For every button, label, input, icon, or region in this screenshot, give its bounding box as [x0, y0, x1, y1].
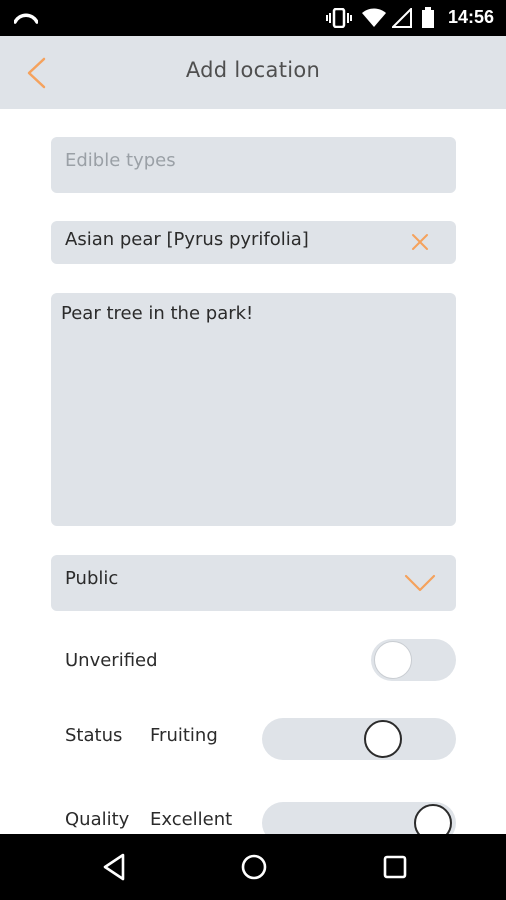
notes-textarea[interactable]: Pear tree in the park!	[51, 293, 456, 526]
status-value: Fruiting	[150, 725, 218, 746]
verified-toggle[interactable]	[371, 639, 456, 681]
triangle-back-icon[interactable]	[99, 852, 129, 882]
notes-text: Pear tree in the park!	[61, 303, 254, 324]
square-recents-icon[interactable]	[380, 852, 410, 882]
wifi-icon	[362, 8, 386, 27]
vibrate-icon	[326, 8, 352, 28]
selected-type-label: Asian pear [Pyrus pyrifolia]	[65, 229, 309, 250]
quality-value: Excellent	[150, 809, 233, 830]
quality-label: Quality	[65, 809, 130, 830]
edible-types-input[interactable]: Edible types	[51, 137, 456, 193]
close-icon[interactable]	[410, 232, 430, 252]
selected-type-chip: Asian pear [Pyrus pyrifolia]	[51, 221, 456, 264]
status-slider[interactable]	[262, 718, 456, 760]
app-bar: Add location	[0, 36, 506, 109]
battery-icon	[422, 7, 434, 28]
status-slider-knob[interactable]	[364, 720, 402, 758]
signal-icon	[392, 8, 412, 28]
visibility-select[interactable]: Public	[51, 555, 456, 611]
navigation-bar	[0, 834, 506, 900]
edible-types-placeholder: Edible types	[65, 150, 176, 171]
circle-home-icon[interactable]	[239, 852, 269, 882]
chevron-down-icon	[404, 574, 436, 592]
verified-toggle-knob	[374, 641, 412, 679]
visibility-value: Public	[65, 568, 119, 589]
clock: 14:56	[447, 7, 494, 27]
status-label: Status	[65, 725, 123, 746]
missed-call-icon	[14, 13, 38, 24]
status-bar: 14:56	[0, 0, 506, 36]
verified-label: Unverified	[65, 650, 158, 671]
page-title: Add location	[185, 58, 321, 82]
